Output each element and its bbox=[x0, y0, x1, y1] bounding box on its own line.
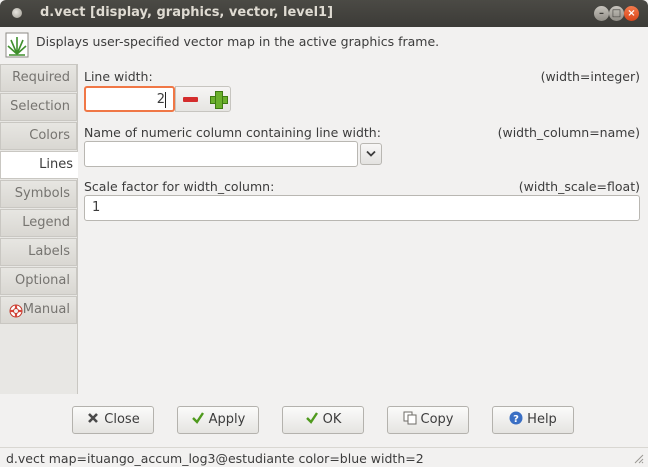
app-menu-icon[interactable] bbox=[12, 8, 22, 18]
help-icon: ? bbox=[509, 411, 523, 425]
tab-optional[interactable]: Optional bbox=[0, 267, 77, 295]
text-caret bbox=[165, 92, 166, 108]
close-x-icon bbox=[88, 413, 99, 423]
width-column-dropdown-button[interactable] bbox=[360, 143, 382, 165]
checkmark-icon bbox=[305, 412, 318, 424]
lifebuoy-icon bbox=[9, 304, 23, 318]
tab-required[interactable]: Required bbox=[0, 64, 77, 92]
checkmark-icon bbox=[191, 412, 204, 424]
options-panel bbox=[78, 64, 648, 394]
width-column-combobox[interactable] bbox=[84, 141, 358, 167]
grass-logo-icon bbox=[5, 32, 29, 58]
width-key: (width=integer) bbox=[540, 69, 640, 84]
width-label: Line width: bbox=[84, 69, 153, 84]
ok-button[interactable]: OK bbox=[282, 406, 364, 434]
close-button-label: Close bbox=[104, 412, 140, 427]
tab-lines[interactable]: Lines bbox=[0, 151, 79, 179]
close-window-button[interactable]: × bbox=[624, 6, 639, 21]
help-button[interactable]: ? Help bbox=[492, 406, 574, 434]
chevron-down-icon bbox=[366, 150, 376, 157]
close-button[interactable]: Close bbox=[72, 406, 154, 434]
maximize-button[interactable]: □ bbox=[609, 6, 624, 21]
copy-button[interactable]: Copy bbox=[387, 406, 469, 434]
width-column-label: Name of numeric column containing line w… bbox=[84, 125, 381, 140]
copy-icon bbox=[403, 411, 416, 425]
help-button-label: Help bbox=[527, 412, 557, 427]
apply-button[interactable]: Apply bbox=[177, 406, 259, 434]
copy-button-label: Copy bbox=[420, 412, 454, 427]
width-column-key: (width_column=name) bbox=[497, 125, 640, 140]
svg-text:?: ? bbox=[513, 414, 519, 425]
ok-button-label: OK bbox=[322, 412, 342, 427]
window-title: d.vect [display, graphics, vector, level… bbox=[40, 5, 334, 20]
width-value: 2 bbox=[156, 92, 165, 107]
width-scale-input[interactable]: 1 bbox=[84, 195, 640, 221]
tab-bar: Required Selection Colors Lines Symbols … bbox=[0, 64, 79, 394]
tab-selection[interactable]: Selection bbox=[0, 93, 77, 121]
description-text: Displays user-specified vector map in th… bbox=[36, 34, 440, 49]
width-scale-label: Scale factor for width_column: bbox=[84, 179, 275, 194]
apply-button-label: Apply bbox=[208, 412, 246, 427]
tab-manual[interactable]: Manual bbox=[0, 296, 77, 324]
command-preview: d.vect map=ituango_accum_log3@estudiante… bbox=[6, 451, 424, 466]
module-description: Displays user-specified vector map in th… bbox=[0, 27, 648, 63]
width-spin-buttons bbox=[175, 86, 231, 112]
width-spin-input[interactable]: 2 bbox=[84, 86, 175, 112]
title-bar: d.vect [display, graphics, vector, level… bbox=[0, 0, 648, 27]
tab-manual-label: Manual bbox=[22, 302, 70, 317]
status-bar: d.vect map=ituango_accum_log3@estudiante… bbox=[0, 447, 648, 467]
minimize-button[interactable]: – bbox=[594, 6, 609, 21]
tab-legend[interactable]: Legend bbox=[0, 209, 77, 237]
width-scale-key: (width_scale=float) bbox=[518, 179, 640, 194]
tab-labels[interactable]: Labels bbox=[0, 238, 77, 266]
tab-symbols[interactable]: Symbols bbox=[0, 180, 77, 208]
increment-plus-icon[interactable] bbox=[210, 91, 228, 109]
resize-grip-icon[interactable] bbox=[632, 452, 644, 464]
decrement-minus-icon[interactable] bbox=[183, 97, 198, 102]
tab-colors[interactable]: Colors bbox=[0, 122, 77, 150]
